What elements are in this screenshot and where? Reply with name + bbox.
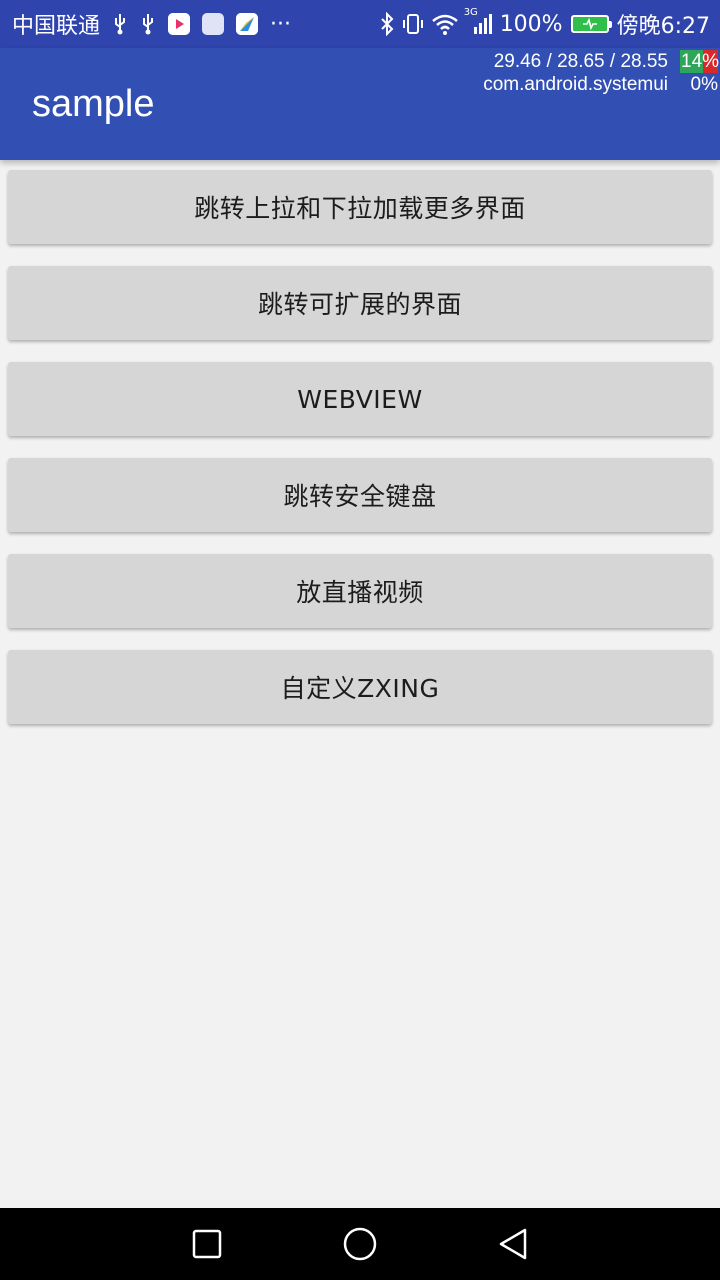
status-right: 3G 100% 傍晚6:27 xyxy=(380,7,710,40)
expandable-view-button[interactable]: 跳转可扩展的界面 xyxy=(8,266,712,340)
webview-button[interactable]: WEBVIEW xyxy=(8,362,712,436)
home-icon[interactable] xyxy=(340,1224,380,1264)
network-type-label: 3G xyxy=(463,7,478,18)
app-title: sample xyxy=(32,83,155,125)
cpu-overlay: 29.46 / 28.65 / 28.55 14% com.android.sy… xyxy=(483,50,720,96)
navigation-bar xyxy=(0,1208,720,1280)
status-bar: 中国联通 ··· 3G 100% 傍晚6:27 xyxy=(0,0,720,48)
usb-icon xyxy=(112,13,128,35)
battery-icon xyxy=(570,15,612,33)
bluetooth-icon xyxy=(380,12,394,36)
process-name: com.android.systemui xyxy=(483,74,668,95)
load-average: 29.46 / 28.65 / 28.55 xyxy=(493,51,668,72)
app-icon xyxy=(202,13,225,35)
app-bar: sample 29.46 / 28.65 / 28.55 14% com.and… xyxy=(0,48,720,160)
process-cpu: 0% xyxy=(690,74,718,95)
custom-zxing-button[interactable]: 自定义ZXING xyxy=(8,650,712,724)
live-video-button[interactable]: 放直播视频 xyxy=(8,554,712,628)
status-left: 中国联通 ··· xyxy=(12,8,291,40)
more-notifications: ··· xyxy=(270,11,291,37)
signal-icon: 3G xyxy=(464,7,492,35)
time-label: 傍晚6:27 xyxy=(616,14,710,39)
app-icon xyxy=(168,13,191,35)
cpu-total: 14% xyxy=(680,50,720,73)
vibrate-icon xyxy=(402,12,424,36)
process-row: com.android.systemui 0% xyxy=(483,73,718,96)
pull-refresh-button[interactable]: 跳转上拉和下拉加载更多界面 xyxy=(8,170,712,244)
recents-icon[interactable] xyxy=(187,1224,227,1264)
back-icon[interactable] xyxy=(493,1224,533,1264)
carrier-label: 中国联通 xyxy=(12,14,101,39)
usb-icon xyxy=(140,13,156,35)
app-icon xyxy=(236,13,259,35)
wifi-icon xyxy=(431,13,458,35)
battery-percent: 100% xyxy=(499,11,563,37)
secure-keyboard-button[interactable]: 跳转安全键盘 xyxy=(8,458,712,532)
cpu-load-row: 29.46 / 28.65 / 28.55 14% xyxy=(483,50,720,73)
